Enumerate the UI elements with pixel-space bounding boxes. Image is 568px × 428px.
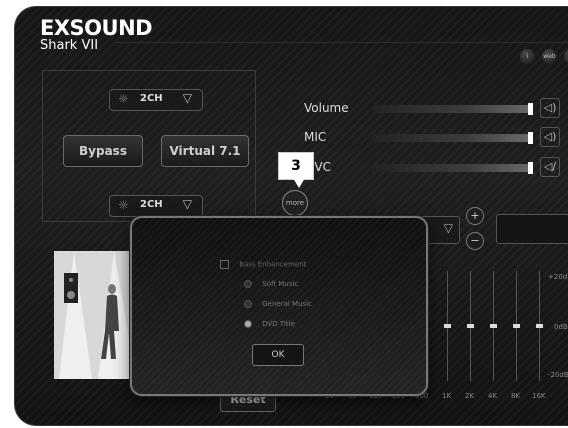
listener-illustration: [54, 251, 140, 379]
ok-button[interactable]: OK: [252, 344, 304, 366]
virtual-71-button[interactable]: Virtual 7.1: [161, 135, 249, 167]
eq-db-label: 0dB: [554, 323, 568, 331]
mic-label: MIC: [304, 130, 327, 144]
radio-label: DVD Title: [262, 320, 295, 328]
volume-label: Volume: [304, 101, 349, 115]
mic-icon[interactable]: ◁/: [540, 157, 560, 177]
eq-band-handle[interactable]: [536, 324, 543, 328]
radio-indicator[interactable]: [244, 320, 252, 328]
mvc-slider[interactable]: [372, 164, 532, 172]
radio-indicator[interactable]: [244, 300, 252, 308]
plus-icon[interactable]: +: [466, 207, 484, 225]
web-icon[interactable]: web: [542, 49, 557, 64]
volume-slider-handle[interactable]: [528, 103, 533, 115]
eq-band-handle[interactable]: [444, 324, 451, 328]
speaker-icon[interactable]: ◁): [540, 127, 560, 147]
bass-enhancement-checkbox[interactable]: [220, 260, 229, 269]
mvc-slider-handle[interactable]: [528, 162, 533, 174]
close-icon[interactable]: ×: [564, 49, 568, 64]
callout-pointer: [293, 178, 305, 188]
exsound-app-window: EXSOUND Shark VII i web × ☼ 2CH ▽ Bypass…: [14, 6, 568, 426]
chevron-down-icon: ▽: [443, 221, 453, 235]
radio-label: Soft Music: [262, 280, 299, 288]
eq-band-handle[interactable]: [490, 324, 497, 328]
channel-select-bottom[interactable]: ☼ 2CH ▽: [109, 195, 203, 217]
radio-indicator[interactable]: [244, 280, 252, 288]
radio-dvd-title[interactable]: DVD Title: [244, 320, 295, 328]
eq-band-handle[interactable]: [513, 324, 520, 328]
sun-icon: ☼: [118, 92, 129, 106]
preset-name-field[interactable]: [496, 214, 568, 244]
bass-enhancement-option[interactable]: Bass Enhancement: [220, 260, 306, 269]
bass-enhancement-dialog: Bass Enhancement Soft Music General Musi…: [130, 216, 428, 396]
callout-badge: 3: [279, 153, 313, 179]
header-divider: [114, 42, 568, 43]
bass-enhancement-label: Bass Enhancement: [239, 260, 307, 269]
volume-slider[interactable]: [372, 105, 532, 113]
listener-illustration-art: [54, 251, 140, 379]
minus-icon[interactable]: −: [466, 232, 484, 250]
eq-freq-label: 8K: [511, 392, 521, 400]
speaker-icon[interactable]: ◁): [540, 98, 560, 118]
more-button[interactable]: more: [282, 190, 308, 216]
radio-label: General Music: [262, 300, 312, 308]
eq-db-label: +20dB: [548, 273, 568, 281]
mic-slider[interactable]: [372, 134, 532, 142]
channel-select-top-value: 2CH: [140, 93, 163, 104]
eq-freq-label: 4K: [488, 392, 498, 400]
brand-logo: EXSOUND: [40, 16, 153, 40]
mode-panel: ☼ 2CH ▽ Bypass Virtual 7.1 ☼ 2CH ▽: [42, 70, 256, 222]
eq-freq-label: 16K: [532, 392, 546, 400]
radio-soft-music[interactable]: Soft Music: [244, 280, 298, 288]
sun-icon: ☼: [118, 198, 129, 212]
eq-freq-label: 1K: [442, 392, 452, 400]
chevron-down-icon: ▽: [182, 197, 192, 211]
eq-db-label: -20dB: [548, 371, 568, 379]
channel-select-bottom-value: 2CH: [140, 199, 163, 210]
info-icon[interactable]: i: [520, 49, 535, 64]
eq-band-handle[interactable]: [467, 324, 474, 328]
bypass-button[interactable]: Bypass: [63, 135, 143, 167]
channel-select-top[interactable]: ☼ 2CH ▽: [109, 89, 203, 111]
radio-general-music[interactable]: General Music: [244, 300, 312, 308]
eq-freq-label: 2K: [465, 392, 475, 400]
brand: EXSOUND Shark VII: [40, 16, 153, 53]
mic-slider-handle[interactable]: [528, 132, 533, 144]
chevron-down-icon: ▽: [182, 91, 192, 105]
